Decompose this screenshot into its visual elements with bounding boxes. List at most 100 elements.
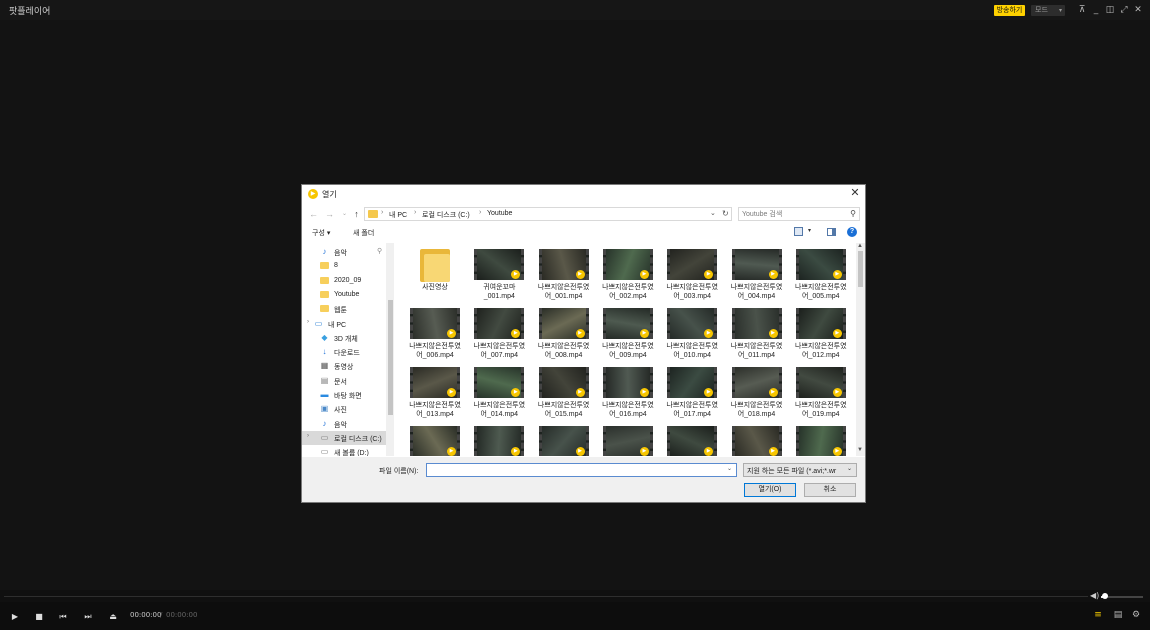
caret-down-icon[interactable]: ▾ (808, 227, 811, 234)
nav-item[interactable]: ↓ 다운로드 (302, 345, 394, 359)
new-folder-button[interactable]: 새 폴더 (353, 228, 374, 238)
breadcrumb-item[interactable]: 내 PC (389, 210, 407, 220)
nav-item[interactable]: ▦ 동영상 (302, 359, 394, 373)
view-icon[interactable] (794, 227, 803, 236)
video-file-item[interactable]: ▶ 나쁘지않은전투였어_002.mp4 (600, 247, 656, 305)
breadcrumb-item[interactable]: Youtube (487, 210, 512, 217)
help-icon[interactable]: ? (847, 227, 857, 237)
dialog-toolbar: 구성 ▾ 새 폴더 ▾ ? (302, 225, 865, 242)
close-icon[interactable]: ✕ (1132, 4, 1144, 16)
up-icon[interactable]: ↑ (351, 208, 362, 220)
address-bar[interactable]: › 내 PC › 로컬 디스크 (C:) › Youtube ⌄ ↻ (364, 207, 732, 221)
video-file-item[interactable]: ▶ (729, 424, 785, 456)
pin-icon[interactable]: ⊼ (1076, 4, 1088, 16)
nav-item[interactable]: ▣ 사진 (302, 402, 394, 416)
video-file-item[interactable]: ▶ 나쁘지않은전투였어_013.mp4 (407, 365, 463, 423)
folder-icon (368, 210, 378, 218)
video-file-item[interactable]: ▶ 나쁘지않은전투였어_014.mp4 (471, 365, 527, 423)
video-file-item[interactable]: ▶ 나쁘지않은전투였어_008.mp4 (536, 306, 592, 364)
pin-icon[interactable]: ⚲ (377, 247, 382, 255)
video-file-item[interactable]: ▶ 나쁘지않은전투였어_019.mp4 (793, 365, 849, 423)
nav-item[interactable]: › ▭ 로컬 디스크 (C:) (302, 430, 394, 445)
nav-item[interactable]: ▤ 문서 (302, 374, 394, 388)
video-file-item[interactable]: ▶ 나쁘지않은전투였어_007.mp4 (471, 306, 527, 364)
nav-item[interactable]: ♪ 음악 (302, 417, 394, 431)
video-file-item[interactable]: ▶ 나쁘지않은전투였어_004.mp4 (729, 247, 785, 305)
expand-chevron-icon[interactable]: › (307, 319, 309, 325)
playlist-icon[interactable]: ≡ (1092, 609, 1104, 621)
refresh-icon[interactable]: ↻ (722, 209, 729, 218)
organize-button[interactable]: 구성 ▾ (312, 228, 330, 238)
filetype-select[interactable]: 지원 하는 모든 파일 (*.avi;*.wr (743, 463, 857, 477)
file-name: 나쁘지않은전투였어_019.mp4 (795, 402, 847, 418)
nav-item[interactable]: ♪ 음악 ⚲ (302, 245, 394, 259)
cancel-button[interactable]: 취소 (804, 483, 856, 497)
nav-item[interactable]: 웹툰 (302, 302, 394, 316)
video-file-item[interactable]: ▶ 나쁘지않은전투였어_006.mp4 (407, 306, 463, 364)
video-file-item[interactable]: ▶ 귀여운꼬마_001.mp4 (471, 247, 527, 305)
dialog-close-icon[interactable]: ✕ (848, 186, 862, 200)
nav-item[interactable]: › ▭ 내 PC (302, 317, 394, 331)
nav-scroll-thumb[interactable] (388, 300, 393, 415)
video-file-item[interactable]: ▶ 나쁘지않은전투였어_011.mp4 (729, 306, 785, 364)
video-file-item[interactable]: ▶ 나쁘지않은전투였어_009.mp4 (600, 306, 656, 364)
video-file-item[interactable]: ▶ 나쁘지않은전투였어_015.mp4 (536, 365, 592, 423)
video-file-item[interactable]: ▶ 나쁘지않은전투였어_016.mp4 (600, 365, 656, 423)
stop-icon[interactable]: ■ (33, 611, 45, 623)
mode-button[interactable]: 모드 ▾ (1031, 5, 1065, 16)
broadcast-button[interactable]: 방송하기 (994, 5, 1025, 16)
nav-item[interactable]: 8 (302, 259, 394, 273)
video-file-item[interactable]: ▶ 나쁘지않은전투였어_017.mp4 (664, 365, 720, 423)
scroll-down-icon[interactable]: ▼ (857, 447, 863, 453)
video-file-item[interactable]: ▶ 나쁘지않은전투였어_018.mp4 (729, 365, 785, 423)
play-badge-icon: ▶ (575, 447, 585, 456)
eject-icon[interactable]: ⏏ (107, 611, 119, 623)
breadcrumb-item[interactable]: 로컬 디스크 (C:) (422, 210, 470, 220)
volume-icon[interactable]: ◀) (1090, 591, 1099, 600)
video-file-item[interactable]: ▶ (536, 424, 592, 456)
chevron-down-icon[interactable]: ⌄ (727, 465, 732, 472)
chevron-down-icon[interactable]: ⌄ (710, 209, 716, 217)
settings-icon[interactable]: ⚙ (1130, 609, 1142, 621)
video-file-item[interactable]: ▶ 나쁘지않은전투였어_001.mp4 (536, 247, 592, 305)
nav-item[interactable]: ▬ 바탕 화면 (302, 388, 394, 402)
folder-item[interactable]: 사진영상 (407, 247, 463, 305)
video-file-item[interactable]: ▶ (471, 424, 527, 456)
chapter-icon[interactable]: ▤ (1112, 609, 1124, 621)
recent-chevron-icon[interactable]: ⌄ (339, 208, 350, 220)
filename-input[interactable] (426, 463, 737, 477)
video-file-item[interactable]: ▶ (664, 424, 720, 456)
file-list-scroll-thumb[interactable] (858, 251, 863, 287)
chevron-down-icon[interactable]: ⌄ (44, 4, 51, 13)
play-icon[interactable]: ▶ (9, 611, 21, 623)
video-file-item[interactable]: ▶ (600, 424, 656, 456)
maximize-icon[interactable]: ⤢ (1118, 4, 1130, 16)
nav-item[interactable]: ◆ 3D 개체 (302, 331, 394, 345)
chevron-down-icon[interactable]: ⌄ (847, 465, 852, 472)
search-box[interactable]: ⚲ (738, 207, 860, 221)
video-file-item[interactable]: ▶ (793, 424, 849, 456)
nav-item[interactable]: 2020_09 (302, 274, 394, 288)
volume-knob[interactable] (1102, 593, 1108, 599)
nav-item[interactable]: Youtube (302, 288, 394, 302)
scroll-up-icon[interactable]: ▲ (857, 243, 863, 249)
video-file-item[interactable]: ▶ 나쁘지않은전투였어_012.mp4 (793, 306, 849, 364)
video-file-item[interactable]: ▶ 나쁘지않은전투였어_003.mp4 (664, 247, 720, 305)
forward-icon[interactable]: → (324, 208, 335, 220)
video-file-item[interactable]: ▶ 나쁘지않은전투였어_010.mp4 (664, 306, 720, 364)
video-file-item[interactable]: ▶ (407, 424, 463, 456)
open-button[interactable]: 열기(O) (744, 483, 796, 497)
cube-icon: ◆ (321, 332, 328, 342)
restore-icon[interactable]: ◫ (1104, 4, 1116, 16)
back-icon[interactable]: ← (308, 208, 319, 220)
video-file-item[interactable]: ▶ 나쁘지않은전투였어_005.mp4 (793, 247, 849, 305)
next-icon[interactable]: ⏭ (82, 611, 94, 623)
expand-chevron-icon[interactable]: › (307, 433, 309, 439)
previous-icon[interactable]: ⏮ (57, 611, 69, 623)
search-input[interactable] (742, 209, 842, 220)
nav-item[interactable]: ▭ 새 볼륨 (D:) (302, 445, 394, 456)
preview-pane-icon[interactable] (827, 228, 836, 236)
seek-bar[interactable] (4, 596, 1088, 597)
search-icon[interactable]: ⚲ (850, 209, 856, 218)
minimize-icon[interactable]: _ (1090, 4, 1102, 16)
